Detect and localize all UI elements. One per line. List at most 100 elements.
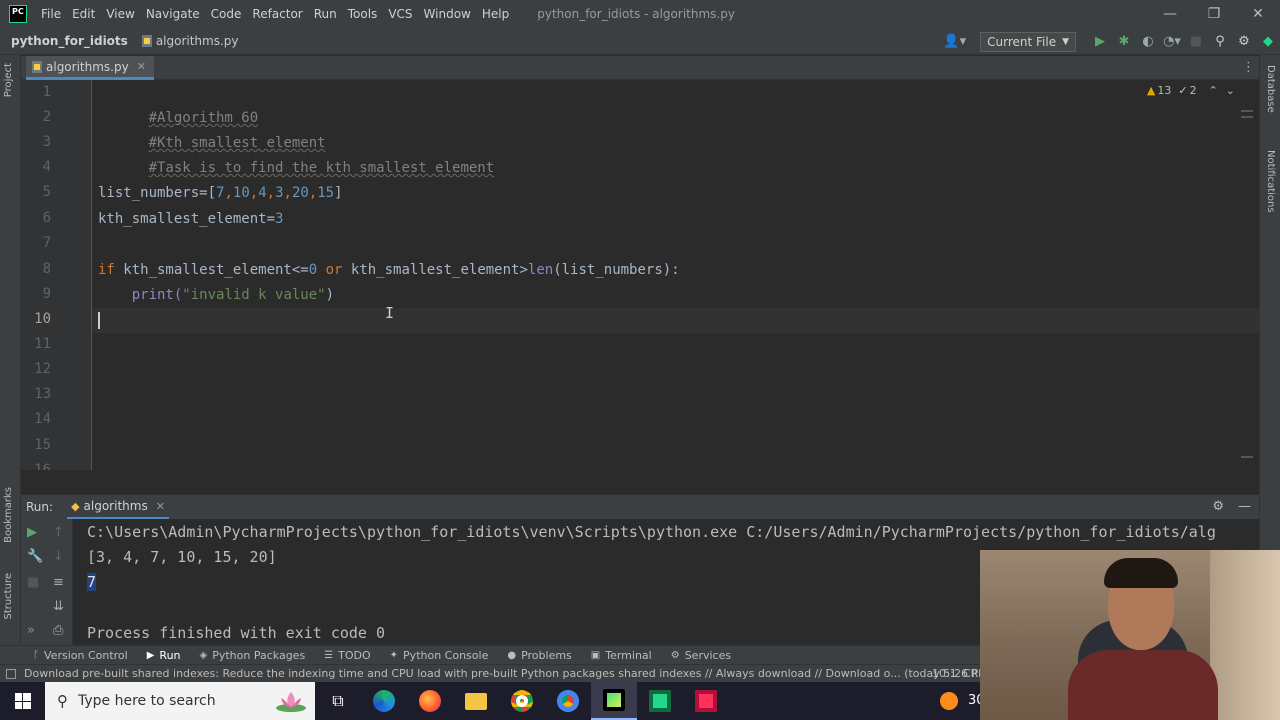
notifications-tool-button[interactable]: Notifications	[1265, 150, 1276, 213]
tool-todo[interactable]: ☰ TODO	[324, 649, 370, 662]
pycharm-logo	[603, 689, 625, 711]
line-number: 13	[34, 386, 51, 402]
comma: ,	[249, 185, 259, 201]
menu-run[interactable]: Run	[314, 7, 337, 21]
user-icon[interactable]: 👤▾	[943, 34, 966, 49]
bookmarks-tool-button[interactable]: Bookmarks	[3, 487, 14, 543]
debug-icon[interactable]: ✱	[1112, 34, 1136, 49]
stop-icon[interactable]: ■	[27, 575, 39, 590]
menu-refactor[interactable]: Refactor	[252, 7, 302, 21]
code-area[interactable]: #Algorithm 60 #Kth smallest element #Tas…	[98, 80, 1228, 470]
tool-python-packages[interactable]: ◈ Python Packages	[200, 649, 306, 662]
webcam-person-hair	[1104, 558, 1178, 588]
more-icon[interactable]: »	[27, 623, 35, 638]
database-tool-button[interactable]: Database	[1265, 65, 1276, 113]
left-tool-strip: Project Bookmarks Structure	[0, 55, 21, 665]
tab-algorithms-py[interactable]: algorithms.py ✕	[26, 56, 154, 80]
coverage-icon[interactable]: ◐	[1136, 34, 1160, 49]
menu-navigate[interactable]: Navigate	[146, 7, 200, 21]
gear-icon[interactable]: ⚙	[1232, 34, 1256, 49]
task-view-glyph: ⧉	[332, 691, 344, 710]
gear-icon[interactable]: ⚙	[1212, 499, 1224, 514]
scrollbar-marker	[1241, 110, 1253, 112]
edge-icon[interactable]	[361, 682, 407, 720]
tool-run[interactable]: ▶ Run	[147, 649, 181, 662]
rerun-icon[interactable]: ▶	[27, 525, 37, 540]
firefox-icon[interactable]	[407, 682, 453, 720]
inspection-widget[interactable]: ▲ 13 ✓ 2 ⌃ ⌄	[1147, 84, 1235, 97]
number: 3	[275, 185, 284, 201]
close-icon[interactable]: ✕	[156, 500, 165, 513]
comment: #Task is to find the kth smallest elemen…	[148, 160, 495, 176]
wrench-icon[interactable]: 🔧	[27, 549, 43, 564]
menu-file[interactable]: File	[41, 7, 61, 21]
jetbrains-logo-icon[interactable]: ◆	[1256, 34, 1280, 49]
menu-vcs[interactable]: VCS	[388, 7, 412, 21]
hide-icon[interactable]: —	[1238, 499, 1251, 514]
breadcrumb-project[interactable]: python_for_idiots	[11, 34, 128, 48]
chrome-icon[interactable]	[499, 682, 545, 720]
run-tab-algorithms[interactable]: ◆ algorithms ✕	[67, 495, 169, 519]
tool-python-console[interactable]: ✦ Python Console	[390, 649, 489, 662]
menu-tools[interactable]: Tools	[348, 7, 378, 21]
pycharm-taskbar-icon[interactable]	[591, 682, 637, 720]
start-button[interactable]	[0, 682, 45, 720]
line-number: 11	[34, 336, 51, 352]
soft-wrap-icon[interactable]: ≡	[53, 575, 64, 590]
tool-terminal[interactable]: ▣ Terminal	[591, 649, 652, 662]
project-tool-button[interactable]: Project	[3, 63, 14, 97]
code-line-8: if kth_smallest_element<=0 or kth_smalle…	[98, 258, 680, 283]
tool-version-control[interactable]: ᚴ Version Control	[33, 649, 128, 662]
status-message[interactable]: Download pre-built shared indexes: Reduc…	[24, 667, 992, 680]
console-line: C:\Users\Admin\PycharmProjects\python_fo…	[87, 523, 1216, 541]
search-icon[interactable]: ⚲	[1208, 34, 1232, 49]
scroll-to-end-icon[interactable]: ⇊	[53, 599, 64, 614]
clion-taskbar-icon[interactable]	[683, 682, 729, 720]
stop-icon[interactable]: ■	[1184, 34, 1208, 49]
close-button[interactable]: ✕	[1236, 0, 1280, 28]
close-icon[interactable]: ✕	[137, 60, 146, 73]
structure-tool-button[interactable]: Structure	[3, 573, 14, 620]
tool-services[interactable]: ⚙ Services	[671, 649, 731, 662]
menu-view[interactable]: View	[106, 7, 134, 21]
console-line: 7	[87, 570, 97, 595]
chrome-profile-icon[interactable]	[545, 682, 591, 720]
line-number: 15	[34, 437, 51, 453]
code-editor[interactable]: 1 2 3 4 5 6 7 8 9 10 11 12 13 14 15 16 #…	[21, 80, 1259, 470]
line-number: 4	[42, 159, 51, 175]
menu-code[interactable]: Code	[211, 7, 242, 21]
more-vertical-icon[interactable]: ⋮	[1242, 60, 1255, 75]
restore-button[interactable]: ❐	[1192, 0, 1236, 28]
run-configuration-select[interactable]: Current File ▼	[980, 31, 1076, 52]
run-configuration-label: Current File	[987, 34, 1057, 49]
file-explorer-icon[interactable]	[453, 682, 499, 720]
tool-problems[interactable]: ● Problems	[507, 649, 571, 662]
menu-window[interactable]: Window	[424, 7, 471, 21]
python-file-icon	[32, 60, 42, 73]
builtin-function: len	[527, 262, 554, 278]
chevron-up-icon[interactable]: ⌃	[1209, 84, 1218, 97]
menu-help[interactable]: Help	[482, 7, 509, 21]
task-view-icon[interactable]: ⧉	[315, 682, 361, 720]
down-arrow-icon[interactable]: ↓	[53, 549, 64, 564]
print-icon[interactable]: ⎙	[53, 623, 63, 638]
pycharm-ce-taskbar-icon[interactable]	[637, 682, 683, 720]
run-icon[interactable]: ▶	[1088, 34, 1112, 49]
tab-label: algorithms.py	[46, 59, 129, 74]
terminal-icon: ▣	[590, 649, 601, 661]
caret-position[interactable]: 10:1	[932, 667, 957, 680]
taskbar-search[interactable]: ⚲ Type here to search	[45, 682, 315, 720]
chevron-down-icon[interactable]: ⌄	[1226, 84, 1235, 97]
toggle-tool-windows-icon[interactable]	[6, 668, 16, 679]
profile-icon[interactable]: ◔▾	[1160, 34, 1184, 49]
line-number: 16	[34, 462, 51, 470]
tool-label: Python Console	[403, 648, 489, 662]
up-arrow-icon[interactable]: ↑	[53, 525, 64, 540]
list-icon: ☰	[324, 649, 334, 661]
breadcrumb-file[interactable]: algorithms.py	[141, 34, 239, 48]
minimize-button[interactable]: —	[1148, 0, 1192, 28]
menu-edit[interactable]: Edit	[72, 7, 95, 21]
line-number: 12	[34, 361, 51, 377]
weather-icon[interactable]	[940, 692, 958, 710]
warning-icon: ▲	[1146, 84, 1156, 97]
